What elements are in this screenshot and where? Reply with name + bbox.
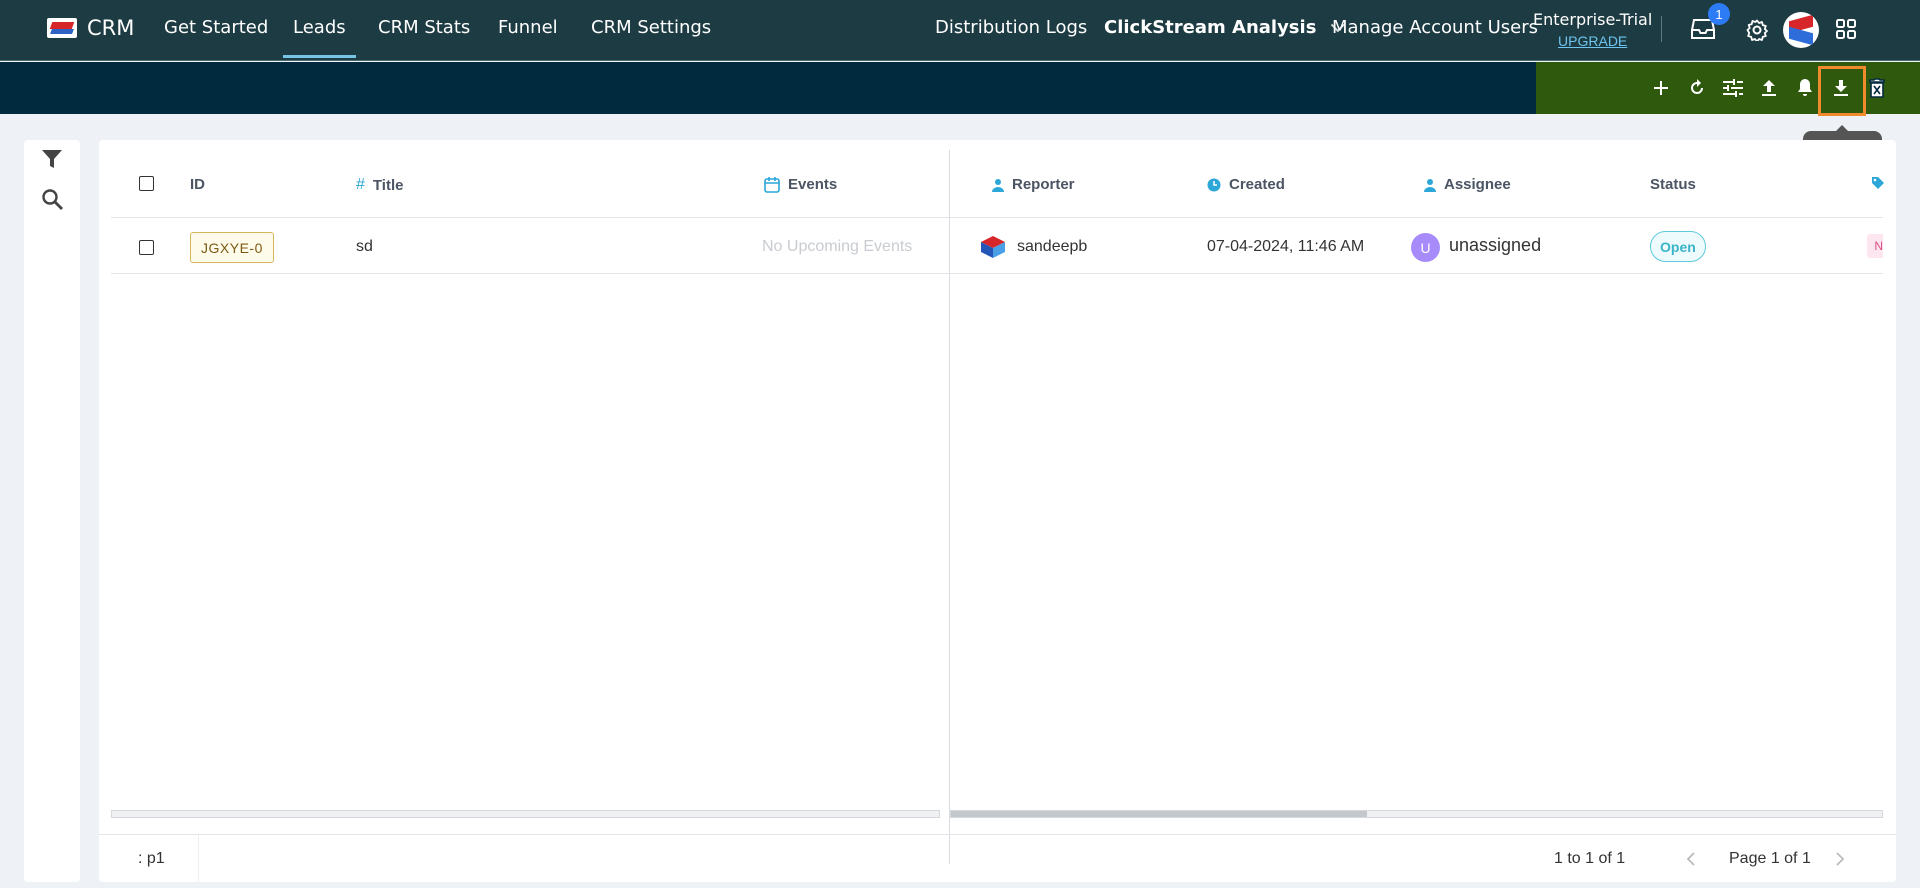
table-header: ID # Title Events Reporter Created Assig…	[111, 140, 1885, 218]
search-icon[interactable]	[39, 186, 65, 212]
tag-icon[interactable]	[1871, 176, 1885, 190]
leads-table-panel: ID # Title Events Reporter Created Assig…	[99, 140, 1896, 883]
col-status[interactable]: Status	[1650, 176, 1696, 193]
horizontal-scrollbar-left[interactable]	[111, 810, 940, 818]
col-reporter[interactable]: Reporter	[992, 176, 1075, 193]
left-rail	[24, 140, 80, 882]
nav-crm-settings[interactable]: CRM Settings	[591, 17, 711, 38]
col-events[interactable]: Events	[764, 176, 837, 193]
apps-grid-icon[interactable]	[1834, 17, 1858, 41]
page-indicator: Page 1 of 1	[1729, 850, 1811, 867]
prev-page-icon[interactable]	[1681, 849, 1701, 869]
upgrade-link[interactable]: UPGRADE	[1533, 33, 1652, 49]
col-reporter-label: Reporter	[1012, 176, 1075, 193]
reporter-avatar	[979, 234, 1007, 260]
col-title[interactable]: # Title	[356, 176, 403, 194]
col-created[interactable]: Created	[1207, 176, 1285, 193]
brand[interactable]: CRM	[47, 16, 134, 40]
lead-created: 07-04-2024, 11:46 AM	[1207, 238, 1365, 255]
nav-get-started[interactable]: Get Started	[164, 17, 268, 38]
record-range: 1 to 1 of 1	[1554, 850, 1626, 867]
status-badge[interactable]: Open	[1650, 231, 1706, 262]
tune-icon[interactable]	[1721, 76, 1745, 100]
table-footer: : p1 1 to 1 of 1 Page 1 of 1	[99, 834, 1896, 883]
next-page-icon[interactable]	[1830, 849, 1850, 869]
plan-name: Enterprise-Trial	[1533, 10, 1653, 29]
plan-info: Enterprise-Trial UPGRADE	[1533, 10, 1652, 49]
nav-distribution-logs[interactable]: Distribution Logs	[935, 17, 1087, 38]
person-icon	[992, 178, 1004, 192]
refresh-icon[interactable]	[1685, 76, 1709, 100]
crm-logo-icon	[47, 18, 77, 38]
nav-funnel[interactable]: Funnel	[498, 17, 558, 38]
plus-icon[interactable]	[1649, 76, 1673, 100]
top-navbar: CRM Get Started Leads CRM Stats Funnel C…	[0, 0, 1920, 61]
filter-icon[interactable]	[39, 146, 65, 172]
scrollbar-thumb[interactable]	[951, 811, 1367, 817]
col-id[interactable]: ID	[190, 176, 205, 193]
lead-reporter: sandeepb	[1017, 238, 1088, 255]
divider	[198, 835, 199, 883]
horizontal-scrollbar-right[interactable]	[950, 810, 1883, 818]
clock-icon	[1207, 178, 1221, 191]
bell-icon[interactable]	[1793, 76, 1817, 100]
brand-name: CRM	[87, 16, 135, 40]
nav-clickstream-analysis[interactable]: ClickStream Analysis	[1104, 17, 1346, 38]
user-avatar[interactable]	[1783, 12, 1819, 48]
divider	[1661, 16, 1662, 42]
tag-badge: N	[1867, 234, 1883, 258]
download-highlight	[1818, 66, 1866, 116]
assignee-avatar: U	[1411, 233, 1440, 262]
inbox-badge: 1	[1708, 3, 1730, 25]
hash-icon: #	[356, 176, 365, 193]
select-all-checkbox[interactable]	[139, 176, 154, 191]
upload-icon[interactable]	[1757, 76, 1781, 100]
lead-assignee[interactable]: unassigned	[1449, 235, 1541, 256]
lead-title[interactable]: sd	[356, 238, 373, 256]
lead-events: No Upcoming Events	[762, 238, 913, 255]
nav-crm-stats[interactable]: CRM Stats	[378, 17, 470, 38]
col-assignee[interactable]: Assignee	[1424, 176, 1511, 193]
calendar-icon	[764, 176, 780, 193]
col-assignee-label: Assignee	[1444, 176, 1511, 193]
delete-icon[interactable]	[1865, 76, 1889, 100]
row-checkbox[interactable]	[139, 240, 154, 255]
col-status-label: Status	[1650, 176, 1696, 193]
person-icon	[1424, 178, 1436, 192]
nav-manage-account-users[interactable]: Manage Account Users	[1332, 17, 1538, 38]
clickstream-label: ClickStream Analysis	[1104, 17, 1317, 38]
col-title-label: Title	[372, 176, 404, 194]
gear-icon[interactable]	[1744, 17, 1770, 43]
col-id-label: ID	[190, 176, 205, 193]
view-name: : p1	[138, 850, 165, 867]
action-bar	[0, 62, 1920, 114]
col-created-label: Created	[1229, 176, 1285, 193]
col-events-label: Events	[788, 176, 838, 193]
nav-leads[interactable]: Leads	[283, 17, 356, 58]
lead-id-chip[interactable]: JGXYE-0	[190, 232, 274, 263]
table-row[interactable]: JGXYE-0 sd No Upcoming Events sandeepb 0…	[111, 219, 1883, 274]
